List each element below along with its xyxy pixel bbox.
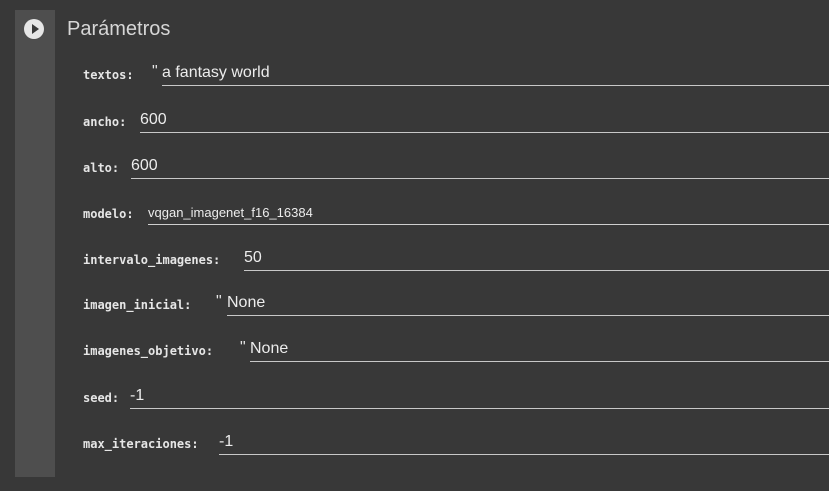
param-row-ancho: ancho: 600 (83, 109, 829, 135)
param-row-alto: alto: 600 (83, 155, 829, 181)
form-panel: Parámetros textos: " a fantasy world anc… (55, 10, 829, 477)
max-iteraciones-input[interactable]: -1 (219, 431, 829, 455)
string-quote-marker: " (216, 293, 222, 310)
field-value: 600 (131, 157, 158, 174)
param-row-intervalo-imagenes: intervalo_imagenes: 50 (83, 247, 829, 273)
string-quote-marker: " (152, 63, 158, 80)
param-label: intervalo_imagenes: (83, 253, 221, 267)
field-value: None (250, 340, 289, 357)
field-value: a fantasy world (162, 64, 270, 81)
param-row-imagen-inicial: imagen_inicial: " None (83, 292, 829, 318)
alto-input[interactable]: 600 (131, 155, 829, 179)
form-title: Parámetros (67, 18, 171, 40)
param-label: imagen_inicial: (83, 298, 192, 312)
field-value: 600 (140, 111, 167, 128)
param-row-textos: textos: " a fantasy world (83, 62, 829, 88)
run-cell-button[interactable] (24, 19, 44, 39)
param-label: alto: (83, 161, 120, 175)
modelo-select[interactable]: vqgan_imagenet_f16_16384 (148, 201, 829, 225)
ancho-input[interactable]: 600 (140, 109, 829, 133)
cell-gutter (15, 10, 55, 477)
field-value: -1 (219, 433, 234, 450)
param-row-max-iteraciones: max_iteraciones: -1 (83, 431, 829, 457)
imagen-inicial-input[interactable]: None (227, 292, 829, 316)
param-label: imagenes_objetivo: (83, 344, 214, 358)
imagenes-objetivo-input[interactable]: None (250, 338, 829, 362)
param-label: seed: (83, 391, 120, 405)
param-row-seed: seed: -1 (83, 385, 829, 411)
seed-input[interactable]: -1 (130, 385, 829, 409)
intervalo-imagenes-input[interactable]: 50 (244, 247, 829, 271)
field-value: vqgan_imagenet_f16_16384 (148, 205, 313, 220)
param-label: modelo: (83, 207, 134, 221)
code-cell: Parámetros textos: " a fantasy world anc… (15, 10, 829, 477)
param-row-imagenes-objetivo: imagenes_objetivo: " None (83, 338, 829, 364)
string-quote-marker: " (240, 339, 246, 356)
field-value: None (227, 294, 266, 311)
field-value: 50 (244, 249, 262, 266)
param-label: textos: (83, 68, 134, 82)
param-row-modelo: modelo: vqgan_imagenet_f16_16384 (83, 201, 829, 227)
param-label: ancho: (83, 115, 127, 129)
param-label: max_iteraciones: (83, 437, 199, 451)
textos-input[interactable]: a fantasy world (162, 62, 829, 86)
field-value: -1 (130, 387, 145, 404)
